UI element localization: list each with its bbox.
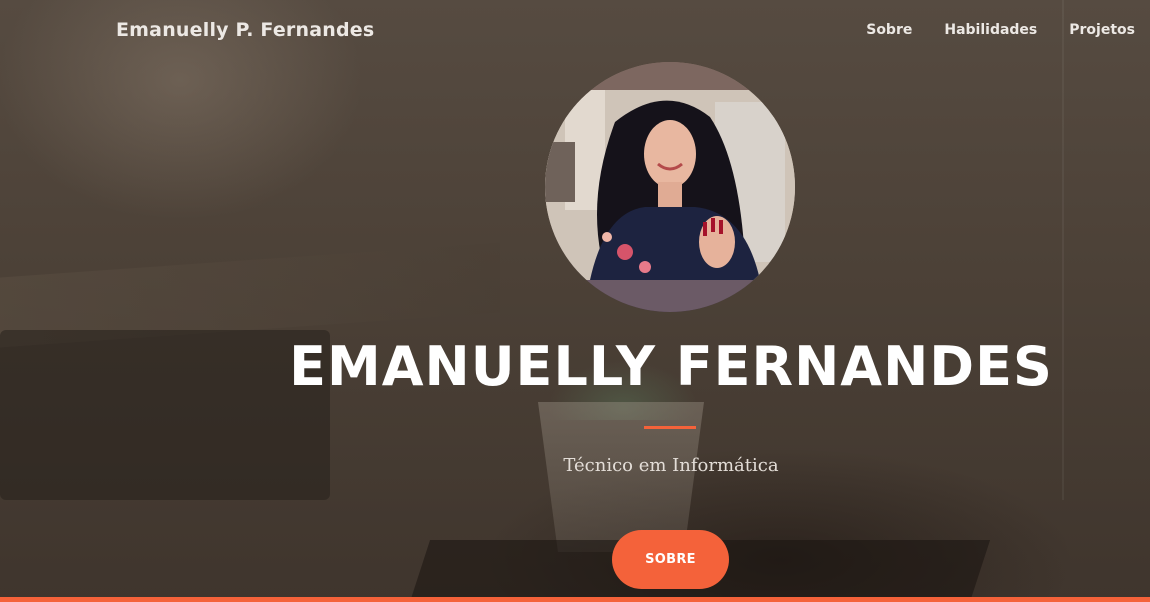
nav-link-sobre[interactable]: Sobre: [866, 22, 912, 38]
nav-links: Sobre Habilidades Projetos: [866, 22, 1135, 38]
nav-link-habilidades[interactable]: Habilidades: [944, 22, 1037, 38]
page-title: EMANUELLY FERNANDES: [289, 335, 1053, 398]
profile-photo: [545, 62, 795, 312]
sobre-button[interactable]: SOBRE: [612, 530, 729, 589]
title-divider: [644, 426, 696, 429]
bottom-accent-bar: [0, 597, 1150, 602]
subtitle: Técnico em Informática: [563, 455, 779, 476]
hero-background: [0, 0, 1150, 602]
navbar: Emanuelly P. Fernandes Sobre Habilidades…: [0, 0, 1150, 62]
profile-photo-illustration: [545, 62, 795, 312]
brand-link[interactable]: Emanuelly P. Fernandes: [116, 19, 374, 41]
background-frame: [1062, 0, 1064, 500]
nav-link-projetos[interactable]: Projetos: [1069, 22, 1135, 38]
